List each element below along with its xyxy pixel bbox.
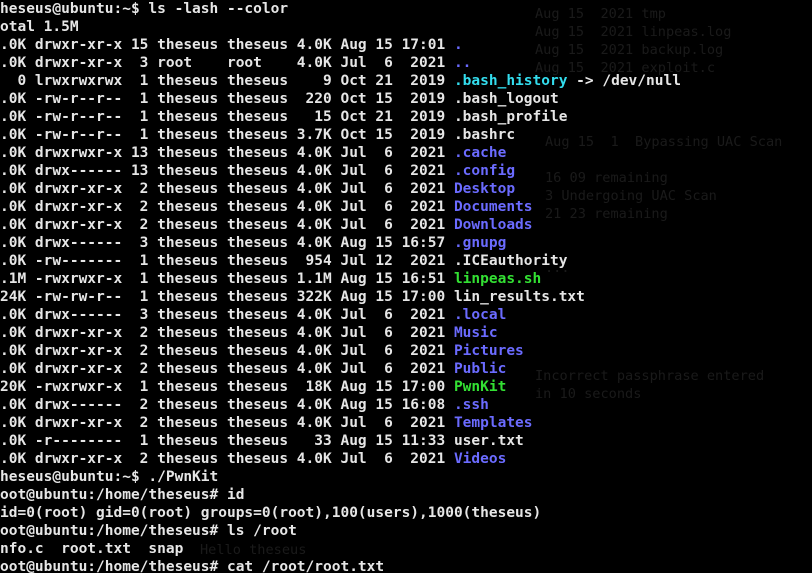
- terminal-line: heseus@ubuntu:~$ ls -lash --color: [0, 0, 812, 18]
- terminal-line: .0K drwxr-xr-x 2 theseus theseus 4.0K Ju…: [0, 180, 812, 198]
- terminal-line: .0K drwx------ 2 theseus theseus 4.0K Au…: [0, 396, 812, 414]
- terminal-line: nfo.c root.txt snap: [0, 540, 812, 558]
- terminal-line: .0K drwxr-xr-x 2 theseus theseus 4.0K Ju…: [0, 450, 812, 468]
- symlink-name: .bash_history: [453, 73, 568, 89]
- line-text: .0K drwxrwxr-x 13 theseus theseus 4.0K J…: [0, 145, 454, 161]
- terminal-line: oot@ubuntu:/home/theseus# id: [0, 486, 812, 504]
- line-text: oot@ubuntu:/home/theseus# ls /root: [0, 523, 297, 539]
- line-text: oot@ubuntu:/home/theseus# id: [0, 487, 245, 503]
- directory-name: .gnupg: [453, 235, 507, 251]
- directory-name: Documents: [453, 199, 533, 215]
- line-text: .0K drwxr-xr-x 2 theseus theseus 4.0K Ju…: [0, 451, 454, 467]
- line-text: 20K -rwxrwxr-x 1 theseus theseus 18K Aug…: [0, 379, 454, 395]
- line-text: .0K -rw-r--r-- 1 theseus theseus 220 Oct…: [0, 91, 559, 107]
- line-text: 24K -rw-rw-r-- 1 theseus theseus 322K Au…: [0, 289, 585, 305]
- line-text: .0K drwxr-xr-x 2 theseus theseus 4.0K Ju…: [0, 217, 454, 233]
- line-text: .0K -rw-r--r-- 1 theseus theseus 3.7K Oc…: [0, 127, 516, 143]
- line-text: otal 1.5M: [0, 19, 79, 35]
- terminal-line: .0K drwxr-xr-x 3 root root 4.0K Jul 6 20…: [0, 54, 812, 72]
- directory-name: Videos: [453, 451, 507, 467]
- terminal-line: .0K drwxr-xr-x 2 theseus theseus 4.0K Ju…: [0, 414, 812, 432]
- line-text: .1M -rwxrwxr-x 1 theseus theseus 1.1M Au…: [0, 271, 454, 287]
- terminal-line: .0K -r-------- 1 theseus theseus 33 Aug …: [0, 432, 812, 450]
- line-text: .0K -rw------- 1 theseus theseus 954 Jul…: [0, 253, 568, 269]
- directory-name: Music: [453, 325, 498, 341]
- line-text: id=0(root) gid=0(root) groups=0(root),10…: [0, 505, 542, 521]
- directory-name: .ssh: [453, 397, 489, 413]
- line-text: .0K drwxr-xr-x 2 theseus theseus 4.0K Ju…: [0, 361, 454, 377]
- terminal-line: 0 lrwxrwxrwx 1 theseus theseus 9 Oct 21 …: [0, 72, 812, 90]
- line-text: .0K -rw-r--r-- 1 theseus theseus 15 Oct …: [0, 109, 568, 125]
- line-text: .0K drwxr-xr-x 2 theseus theseus 4.0K Ju…: [0, 343, 454, 359]
- line-text: .0K drwxr-xr-x 15 theseus theseus 4.0K A…: [0, 37, 454, 53]
- terminal-line: .0K -rw-r--r-- 1 theseus theseus 15 Oct …: [0, 108, 812, 126]
- terminal-line: otal 1.5M: [0, 18, 812, 36]
- directory-name: ..: [453, 55, 472, 71]
- terminal-line: oot@ubuntu:/home/theseus# ls /root: [0, 522, 812, 540]
- line-text: 0 lrwxrwxrwx 1 theseus theseus 9 Oct 21 …: [0, 73, 454, 89]
- terminal-line: .0K drwxr-xr-x 2 theseus theseus 4.0K Ju…: [0, 216, 812, 234]
- line-text: -> /dev/null: [567, 73, 681, 89]
- terminal-line: .0K drwx------ 13 theseus theseus 4.0K J…: [0, 162, 812, 180]
- line-text: .0K drwxr-xr-x 3 root root 4.0K Jul 6 20…: [0, 55, 454, 71]
- line-text: .0K drwxr-xr-x 2 theseus theseus 4.0K Ju…: [0, 199, 454, 215]
- line-text: .0K drwx------ 13 theseus theseus 4.0K J…: [0, 163, 454, 179]
- terminal-line: .0K drwxr-xr-x 2 theseus theseus 4.0K Ju…: [0, 198, 812, 216]
- terminal-line: .0K drwxrwxr-x 13 theseus theseus 4.0K J…: [0, 144, 812, 162]
- line-text: .0K drwx------ 2 theseus theseus 4.0K Au…: [0, 397, 454, 413]
- line-text: .0K drwxr-xr-x 2 theseus theseus 4.0K Ju…: [0, 181, 454, 197]
- directory-name: .: [453, 37, 463, 53]
- directory-name: Templates: [453, 415, 533, 431]
- terminal-line: .0K -rw------- 1 theseus theseus 954 Jul…: [0, 252, 812, 270]
- line-text: nfo.c root.txt snap: [0, 541, 184, 557]
- line-text: .0K -r-------- 1 theseus theseus 33 Aug …: [0, 433, 524, 449]
- executable-name: PwnKit: [453, 379, 507, 395]
- terminal-line: .0K drwxr-xr-x 2 theseus theseus 4.0K Ju…: [0, 360, 812, 378]
- directory-name: .cache: [453, 145, 507, 161]
- terminal-line: .1M -rwxrwxr-x 1 theseus theseus 1.1M Au…: [0, 270, 812, 288]
- terminal-line: 24K -rw-rw-r-- 1 theseus theseus 322K Au…: [0, 288, 812, 306]
- terminal-line: .0K drwx------ 3 theseus theseus 4.0K Ju…: [0, 306, 812, 324]
- line-text: .0K drwxr-xr-x 2 theseus theseus 4.0K Ju…: [0, 415, 454, 431]
- terminal-line: .0K drwxr-xr-x 2 theseus theseus 4.0K Ju…: [0, 324, 812, 342]
- terminal-line: .0K -rw-r--r-- 1 theseus theseus 3.7K Oc…: [0, 126, 812, 144]
- terminal-line: .0K drwx------ 3 theseus theseus 4.0K Au…: [0, 234, 812, 252]
- line-text: heseus@ubuntu:~$ ./PwnKit: [0, 469, 219, 485]
- line-text: .0K drwx------ 3 theseus theseus 4.0K Au…: [0, 235, 454, 251]
- directory-name: Desktop: [453, 181, 516, 197]
- executable-name: linpeas.sh: [453, 271, 542, 287]
- terminal-line: .0K drwxr-xr-x 2 theseus theseus 4.0K Ju…: [0, 342, 812, 360]
- terminal-line: .0K -rw-r--r-- 1 theseus theseus 220 Oct…: [0, 90, 812, 108]
- terminal-line: 20K -rwxrwxr-x 1 theseus theseus 18K Aug…: [0, 378, 812, 396]
- terminal-line: id=0(root) gid=0(root) groups=0(root),10…: [0, 504, 812, 522]
- directory-name: Pictures: [453, 343, 524, 359]
- terminal-line: heseus@ubuntu:~$ ./PwnKit: [0, 468, 812, 486]
- line-text: .0K drwxr-xr-x 2 theseus theseus 4.0K Ju…: [0, 325, 454, 341]
- terminal-line: .0K drwxr-xr-x 15 theseus theseus 4.0K A…: [0, 36, 812, 54]
- line-text: .0K drwx------ 3 theseus theseus 4.0K Ju…: [0, 307, 454, 323]
- directory-name: .config: [453, 163, 516, 179]
- directory-name: Downloads: [453, 217, 533, 233]
- terminal-window[interactable]: Aug 15 2021 tmp Aug 15 2021 linpeas.log Au…: [0, 0, 812, 573]
- directory-name: Public: [453, 361, 507, 377]
- directory-name: .local: [453, 307, 507, 323]
- line-text: heseus@ubuntu:~$ ls -lash --color: [0, 1, 289, 17]
- line-text: oot@ubuntu:/home/theseus# cat /root/root…: [0, 559, 385, 573]
- terminal-line: oot@ubuntu:/home/theseus# cat /root/root…: [0, 558, 812, 573]
- terminal-output: heseus@ubuntu:~$ ls -lash --color otal 1.…: [0, 0, 812, 573]
